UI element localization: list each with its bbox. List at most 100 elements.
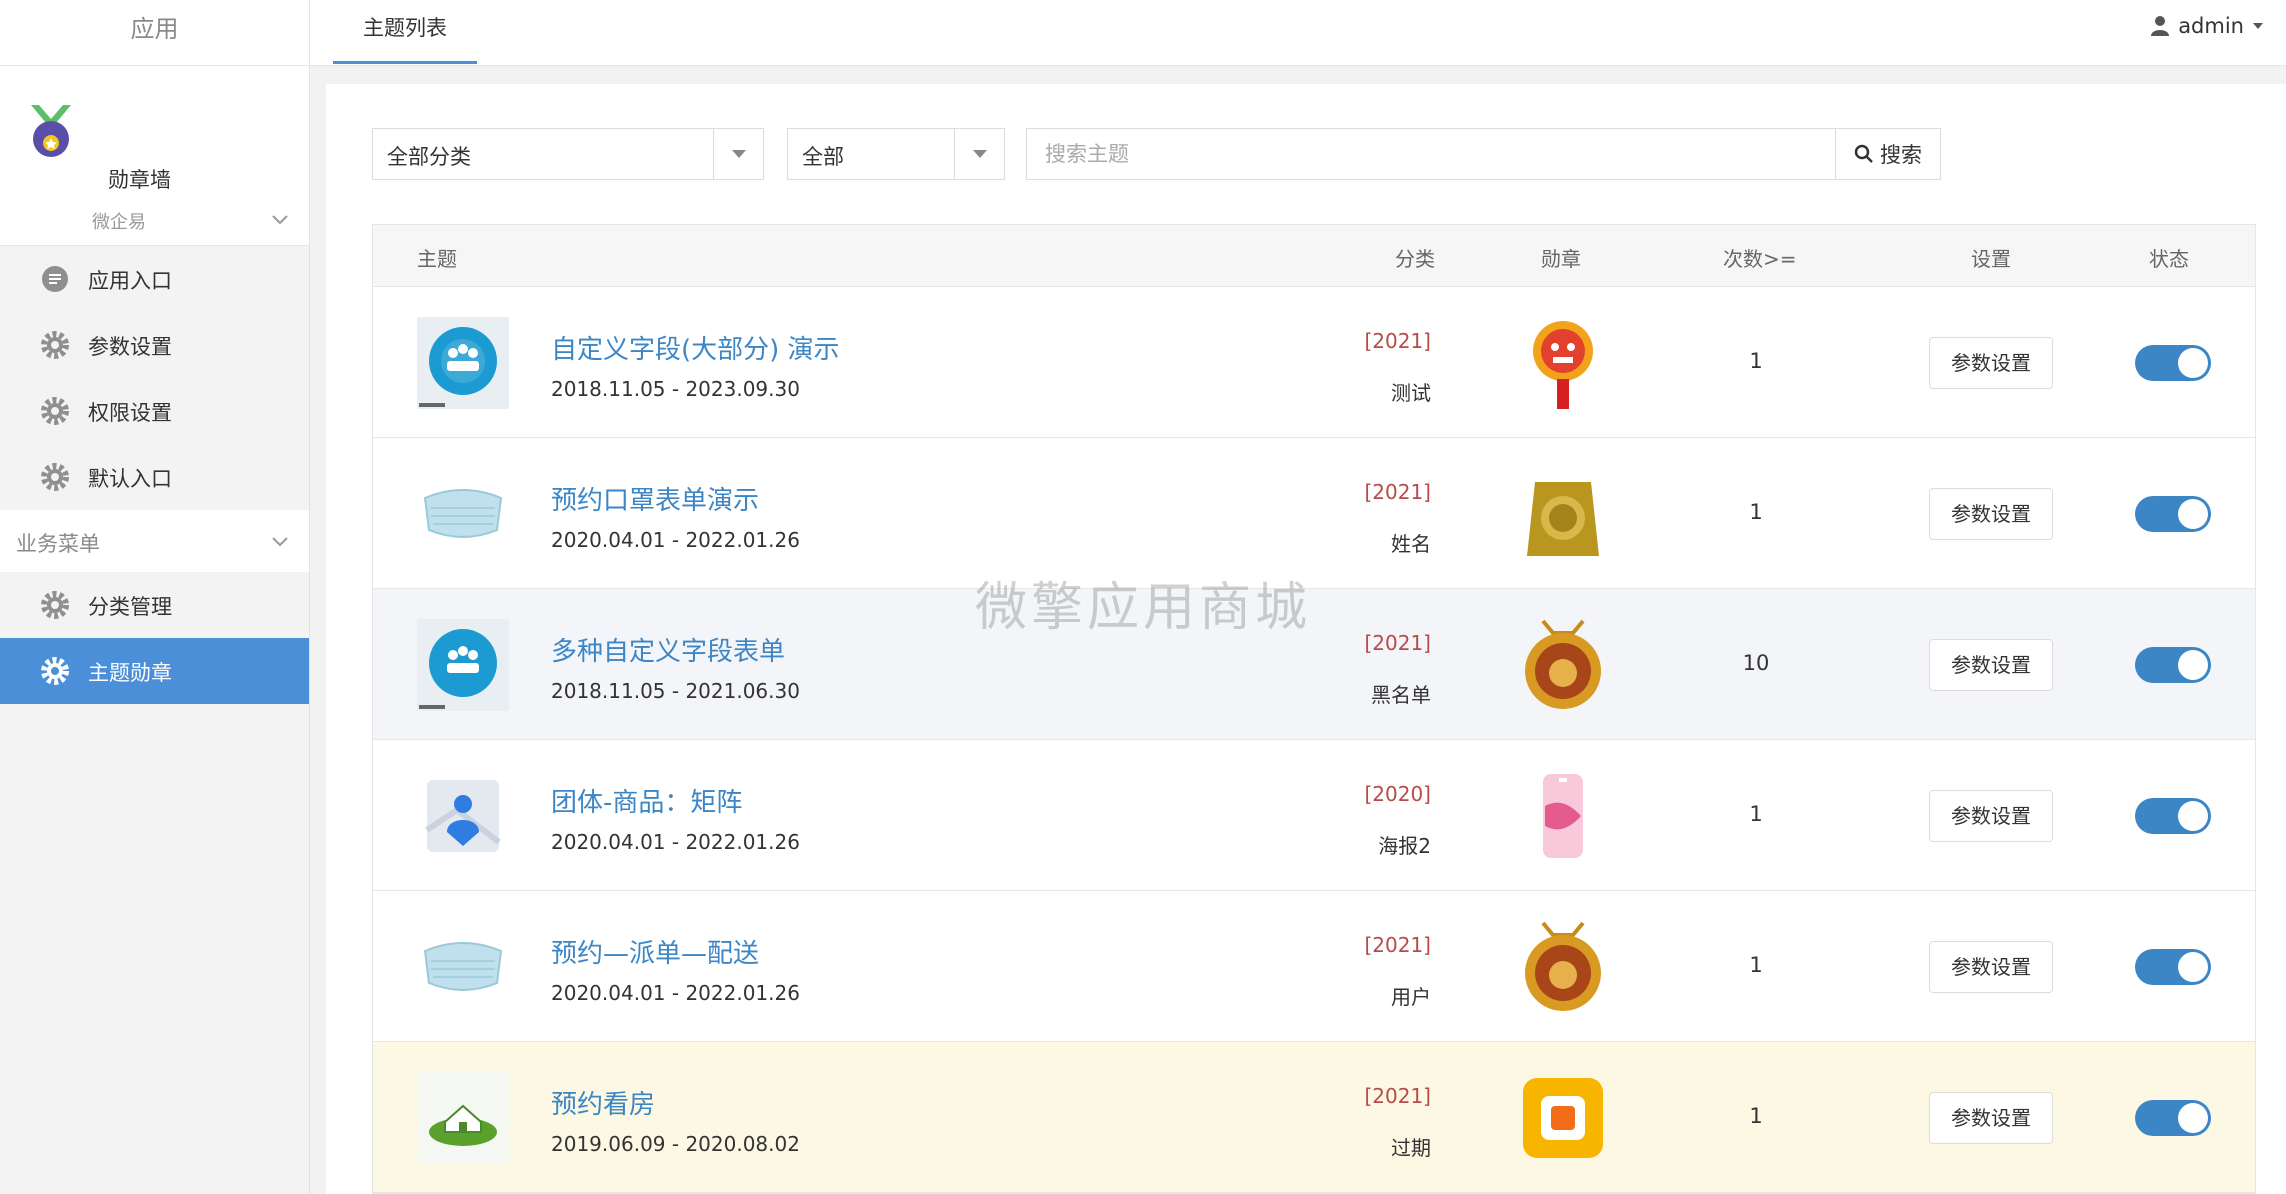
chevron-down-icon	[272, 537, 288, 547]
theme-dates: 2019.06.09 - 2020.08.02	[551, 1132, 800, 1156]
status-toggle[interactable]	[2135, 798, 2211, 834]
table-row: 多种自定义字段表单 2018.11.05 - 2021.06.30 [2021]…	[373, 589, 2255, 740]
theme-title-link[interactable]: 多种自定义字段表单	[551, 631, 785, 668]
sidebar-item-label: 分类管理	[88, 595, 172, 619]
table-row: 预约看房 2019.06.09 - 2020.08.02 [2021] 过期 1…	[373, 1042, 2255, 1193]
status-toggle[interactable]	[2135, 647, 2211, 683]
search-button[interactable]: 搜索	[1835, 128, 1941, 180]
chat-icon	[42, 266, 68, 292]
theme-count: 1	[1749, 1104, 1763, 1128]
col-category: 分类	[1395, 247, 1435, 271]
search-button-label: 搜索	[1880, 143, 1922, 167]
gear-icon	[41, 463, 69, 491]
sidebar-item-default-entry[interactable]: 默认入口	[0, 444, 309, 510]
theme-count: 1	[1749, 349, 1763, 373]
theme-title-link[interactable]: 预约看房	[551, 1084, 655, 1121]
theme-count: 1	[1749, 500, 1763, 524]
category-select-value: 全部分类	[387, 145, 471, 169]
section-label: 业务菜单	[16, 532, 100, 556]
theme-category: 测试	[1391, 381, 1431, 405]
col-count: 次数>=	[1723, 247, 1797, 271]
status-toggle[interactable]	[2135, 496, 2211, 532]
status-toggle[interactable]	[2135, 1100, 2211, 1136]
table-row: 团体-商品：矩阵 2020.04.01 - 2022.01.26 [2020] …	[373, 740, 2255, 891]
param-settings-button[interactable]: 参数设置	[1929, 337, 2053, 389]
theme-category: 过期	[1391, 1136, 1431, 1160]
sidebar-item-label: 主题勋章	[88, 661, 172, 685]
theme-category: 姓名	[1391, 532, 1431, 556]
theme-category: 海报2	[1378, 834, 1431, 858]
theme-count: 10	[1742, 651, 1770, 675]
col-medal: 勋章	[1541, 247, 1581, 271]
param-settings-button[interactable]: 参数设置	[1929, 1092, 2053, 1144]
theme-year: [2021]	[1364, 631, 1431, 655]
theme-title-link[interactable]: 预约口罩表单演示	[551, 480, 759, 517]
topbar: 主题列表 admin	[310, 0, 2286, 66]
group-weiqiyi[interactable]: 微企易	[0, 194, 309, 246]
theme-year: [2021]	[1364, 933, 1431, 957]
search-icon	[1854, 144, 1873, 163]
theme-year: [2021]	[1364, 1084, 1431, 1108]
section-business-menu[interactable]: 业务菜单	[0, 510, 309, 572]
table-row: 预约—派单—配送 2020.04.01 - 2022.01.26 [2021] …	[373, 891, 2255, 1042]
status-toggle[interactable]	[2135, 949, 2211, 985]
mask-icon	[417, 921, 509, 1013]
people-icon	[417, 317, 509, 409]
sidebar: 应用 勋章墙 微企易 应用入口 参数设置 权限设置 默认入口 业务菜单 分类管理…	[0, 0, 310, 1194]
theme-year: [2020]	[1364, 782, 1431, 806]
medal-wall-logo-icon	[16, 96, 86, 166]
sidebar-item-label: 默认入口	[88, 467, 172, 491]
user-menu[interactable]: admin	[2150, 14, 2264, 38]
mask-icon	[417, 468, 509, 560]
sidebar-item-app-entry[interactable]: 应用入口	[0, 246, 309, 312]
table-row: 自定义字段(大部分) 演示 2018.11.05 - 2023.09.30 [2…	[373, 287, 2255, 438]
param-settings-button[interactable]: 参数设置	[1929, 941, 2053, 993]
sidebar-title: 应用	[0, 0, 309, 66]
table-row: 预约口罩表单演示 2020.04.01 - 2022.01.26 [2021] …	[373, 438, 2255, 589]
theme-year: [2021]	[1364, 480, 1431, 504]
tab-theme-list[interactable]: 主题列表	[333, 0, 477, 64]
chevron-down-icon	[713, 129, 763, 179]
ox-medal-icon	[1525, 619, 1601, 709]
group-label: 微企易	[92, 212, 146, 233]
user-icon	[2151, 16, 2170, 36]
sidebar-item-category-mgmt[interactable]: 分类管理	[0, 572, 309, 638]
theme-category: 用户	[1391, 985, 1431, 1009]
status-select-value: 全部	[802, 145, 844, 169]
theme-title-link[interactable]: 预约—派单—配送	[551, 933, 759, 970]
col-theme: 主题	[417, 247, 457, 271]
theme-category: 黑名单	[1371, 683, 1431, 707]
lion-medal-icon	[1533, 321, 1593, 409]
theme-year: [2021]	[1364, 329, 1431, 353]
theme-dates: 2020.04.01 - 2022.01.26	[551, 981, 800, 1005]
theme-table: 主题 分类 勋章 次数>= 设置 状态 自定义字段(大部分) 演示 2018.1…	[372, 224, 2256, 1194]
param-settings-button[interactable]: 参数设置	[1929, 790, 2053, 842]
watermark: 微擎应用商城	[975, 578, 1312, 638]
sidebar-item-permissions[interactable]: 权限设置	[0, 378, 309, 444]
theme-title-link[interactable]: 自定义字段(大部分) 演示	[551, 329, 840, 366]
house-icon	[417, 1072, 509, 1164]
orange-square-medal-icon	[1523, 1078, 1603, 1158]
status-toggle[interactable]	[2135, 345, 2211, 381]
gear-icon	[41, 591, 69, 619]
theme-dates: 2020.04.01 - 2022.01.26	[551, 528, 800, 552]
user-name: admin	[2178, 14, 2244, 38]
gold-bag-medal-icon	[1527, 482, 1599, 556]
theme-dates: 2018.11.05 - 2021.06.30	[551, 679, 800, 703]
gear-icon	[41, 657, 69, 685]
param-settings-button[interactable]: 参数设置	[1929, 488, 2053, 540]
search-input[interactable]: 搜索主题	[1026, 128, 1836, 180]
theme-title-link[interactable]: 团体-商品：矩阵	[551, 782, 742, 819]
gear-icon	[41, 397, 69, 425]
theme-count: 1	[1749, 953, 1763, 977]
ox-medal-icon	[1525, 921, 1601, 1011]
param-settings-button[interactable]: 参数设置	[1929, 639, 2053, 691]
caret-down-icon	[2253, 23, 2263, 29]
theme-dates: 2020.04.01 - 2022.01.26	[551, 830, 800, 854]
sidebar-item-theme-medal[interactable]: 主题勋章	[0, 638, 309, 704]
app-header: 勋章墙	[0, 66, 309, 194]
sidebar-item-label: 参数设置	[88, 335, 172, 359]
sidebar-item-params[interactable]: 参数设置	[0, 312, 309, 378]
status-select[interactable]: 全部	[787, 128, 1005, 180]
category-select[interactable]: 全部分类	[372, 128, 764, 180]
